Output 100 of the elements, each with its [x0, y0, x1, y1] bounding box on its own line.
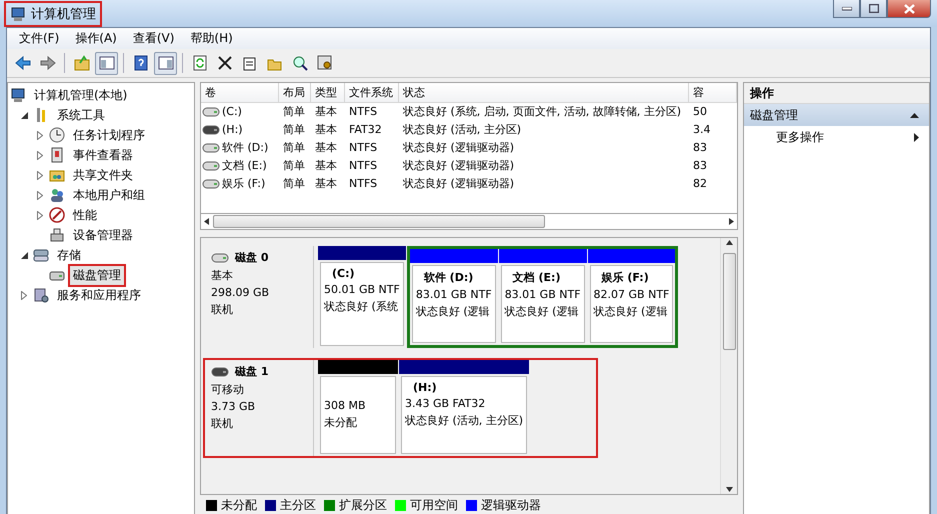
- table-cell: 83: [693, 141, 707, 154]
- action-link[interactable]: 更多操作: [776, 128, 824, 146]
- table-cell: 简单: [283, 123, 305, 136]
- collapsed-arrow-icon[interactable]: [37, 210, 43, 220]
- tree-item[interactable]: 设备管理器: [68, 224, 138, 246]
- partition-title: 娱乐 (F:): [600, 270, 650, 285]
- tree-item[interactable]: 磁盘管理: [68, 264, 126, 286]
- partition-status: 状态良好 (系统: [324, 299, 399, 314]
- table-cell-text: 娱乐 (F:): [222, 176, 266, 192]
- minimize-icon[interactable]: [833, 0, 860, 18]
- column-header[interactable]: 状态: [399, 83, 689, 103]
- expanded-arrow-icon[interactable]: [20, 112, 28, 118]
- menu-item[interactable]: 查看(V): [126, 28, 180, 49]
- partition-size: 82.07 GB NTF: [594, 288, 670, 301]
- partition-box[interactable]: (H:) 3.43 GB FAT32 状态良好 (活动, 主分区): [401, 376, 528, 454]
- actions-section[interactable]: 磁盘管理: [744, 104, 929, 126]
- tree-item[interactable]: 系统工具: [52, 104, 110, 126]
- tree-item[interactable]: 存储: [52, 244, 86, 266]
- partition-size: 308 MB: [324, 399, 367, 412]
- table-cell-text: (C:): [222, 104, 242, 120]
- vertical-scrollbar[interactable]: [720, 238, 737, 494]
- collapsed-arrow-icon[interactable]: [37, 130, 43, 140]
- event-log-icon: [49, 147, 65, 163]
- tree-item[interactable]: 共享文件夹: [68, 164, 138, 186]
- computer-icon: [10, 87, 26, 103]
- disk-size: 298.09 GB: [211, 286, 270, 299]
- maximize-icon[interactable]: [860, 0, 887, 18]
- collapsed-arrow-icon[interactable]: [37, 190, 43, 200]
- table-cell: 83: [693, 159, 707, 172]
- legend-label: 主分区: [280, 496, 316, 514]
- table-cell: 简单: [283, 159, 305, 172]
- table-cell: NTFS: [349, 105, 378, 118]
- partition-title: (C:): [331, 267, 356, 280]
- table-cell: NTFS: [349, 177, 378, 190]
- scroll-left-icon[interactable]: [204, 218, 209, 225]
- table-cell: 简单: [283, 141, 305, 154]
- table-cell: 简单: [283, 177, 305, 190]
- partition-status: 未分配: [324, 415, 358, 430]
- menu-item[interactable]: 帮助(H): [184, 28, 239, 49]
- partition-status: 状态良好 (逻辑: [416, 304, 491, 319]
- tree-item[interactable]: 本地用户和组: [68, 184, 150, 206]
- partition-box[interactable]: 308 MB 未分配: [320, 376, 396, 454]
- partition-box[interactable]: 文档 (E:) 83.01 GB NTF 状态良好 (逻辑: [500, 265, 585, 343]
- partition-size: 3.43 GB FAT32: [405, 397, 486, 410]
- disk-type: 基本: [211, 268, 234, 283]
- partition-box[interactable]: (C:) 50.01 GB NTF 状态良好 (系统: [320, 262, 404, 346]
- tree-item[interactable]: 事件查看器: [68, 144, 138, 166]
- table-cell-text: 文档 (E:): [222, 158, 267, 174]
- column-header[interactable]: 卷: [201, 83, 279, 103]
- partition-status: 状态良好 (活动, 主分区): [405, 413, 524, 428]
- submenu-arrow-icon: [914, 132, 919, 142]
- legend-label: 逻辑驱动器: [481, 496, 541, 514]
- tree-item[interactable]: 服务和应用程序: [52, 284, 146, 306]
- table-cell: 状态良好 (活动, 主分区): [403, 123, 522, 136]
- panel-toggle-icon[interactable]: [95, 52, 118, 74]
- collapsed-arrow-icon[interactable]: [37, 170, 43, 180]
- clock-icon: [49, 127, 65, 143]
- partition-status: 状态良好 (逻辑: [594, 304, 668, 319]
- table-cell: 基本: [315, 141, 337, 154]
- scroll-thumb[interactable]: [213, 215, 545, 228]
- panel-toggle-icon[interactable]: [154, 52, 177, 74]
- menu-item[interactable]: 文件(F): [13, 28, 66, 49]
- expanded-arrow-icon[interactable]: [20, 252, 28, 258]
- tree-item[interactable]: 性能: [68, 204, 102, 226]
- tree-item[interactable]: 任务计划程序: [68, 124, 150, 146]
- scroll-right-icon[interactable]: [729, 218, 734, 225]
- partition-title: (H:): [412, 381, 438, 394]
- horizontal-scrollbar[interactable]: [200, 214, 738, 230]
- disk-status: 联机: [211, 416, 234, 431]
- legend-label: 未分配: [221, 496, 257, 514]
- column-header[interactable]: 布局: [279, 83, 311, 103]
- actions-header: 操作: [744, 83, 929, 104]
- partition-box[interactable]: 软件 (D:) 83.01 GB NTF 状态良好 (逻辑: [412, 265, 496, 343]
- table-cell: 基本: [315, 159, 337, 172]
- scroll-down-icon[interactable]: [726, 487, 732, 492]
- table-cell: 状态良好 (系统, 启动, 页面文件, 活动, 故障转储, 主分区): [403, 105, 682, 118]
- legend-label: 可用空间: [410, 496, 458, 514]
- partition-size: 83.01 GB NTF: [504, 288, 581, 301]
- tree-item[interactable]: 计算机管理(本地): [29, 84, 132, 106]
- close-icon[interactable]: [887, 0, 931, 18]
- table-cell-text: (H:): [222, 122, 243, 138]
- table-cell: 基本: [315, 105, 337, 118]
- table-cell: FAT32: [349, 123, 382, 136]
- partition-box[interactable]: 娱乐 (F:) 82.07 GB NTF 状态良好 (逻辑: [590, 265, 674, 343]
- table-cell: 82: [693, 177, 707, 190]
- collapse-arrow-icon[interactable]: [910, 112, 919, 118]
- table-cell: 50: [693, 105, 707, 118]
- column-header[interactable]: 类型: [311, 83, 345, 103]
- computer-icon: [10, 6, 26, 22]
- disk-name: 磁盘 1: [235, 364, 268, 379]
- table-cell: NTFS: [349, 141, 378, 154]
- collapsed-arrow-icon[interactable]: [21, 290, 27, 300]
- scroll-up-icon[interactable]: [726, 240, 732, 245]
- table-cell: 状态良好 (逻辑驱动器): [403, 141, 514, 154]
- scroll-thumb[interactable]: [722, 253, 736, 350]
- column-header[interactable]: 容: [689, 83, 737, 103]
- collapsed-arrow-icon[interactable]: [37, 150, 43, 160]
- menu-item[interactable]: 操作(A): [69, 28, 123, 49]
- disk-name: 磁盘 0: [235, 250, 268, 265]
- column-header[interactable]: 文件系统: [345, 83, 399, 103]
